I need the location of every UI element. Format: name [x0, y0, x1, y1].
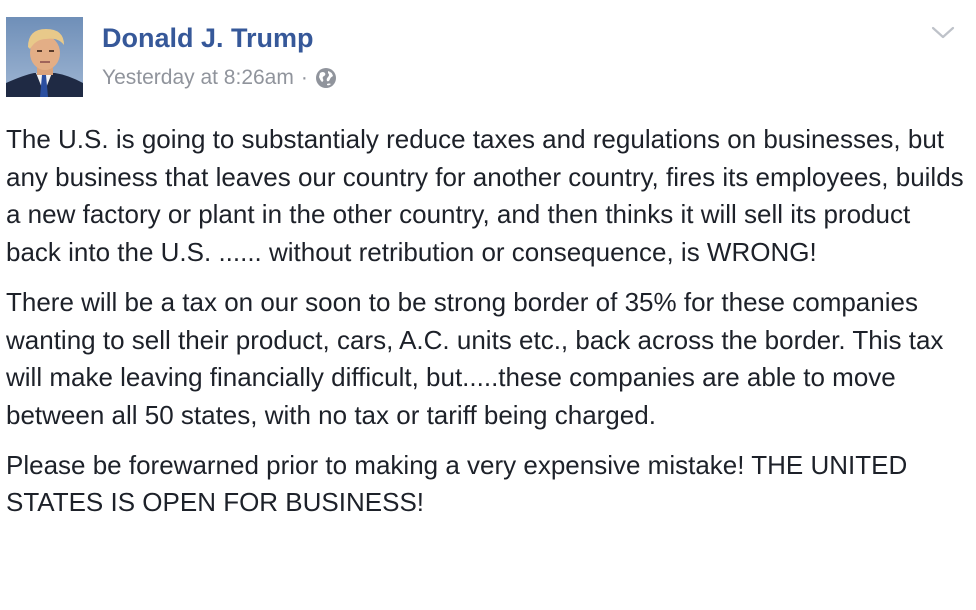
post-meta: Yesterday at 8:26am · [102, 64, 337, 92]
avatar[interactable] [6, 17, 83, 97]
profile-photo [6, 17, 83, 97]
post-body: The U.S. is going to substantialy reduce… [6, 121, 966, 534]
post-timestamp[interactable]: Yesterday at 8:26am [102, 66, 294, 90]
globe-icon[interactable] [315, 67, 337, 89]
author-name-link[interactable]: Donald J. Trump [102, 22, 314, 54]
post-paragraph-2: There will be a tax on our soon to be st… [6, 286, 944, 430]
post-paragraph-3: Please be forewarned prior to making a v… [6, 449, 908, 518]
facebook-post: Donald J. Trump Yesterday at 8:26am · Th… [0, 0, 976, 610]
chevron-down-icon[interactable] [930, 22, 956, 42]
meta-separator: · [300, 66, 308, 89]
post-paragraph-1: The U.S. is going to substantialy reduce… [6, 124, 964, 268]
